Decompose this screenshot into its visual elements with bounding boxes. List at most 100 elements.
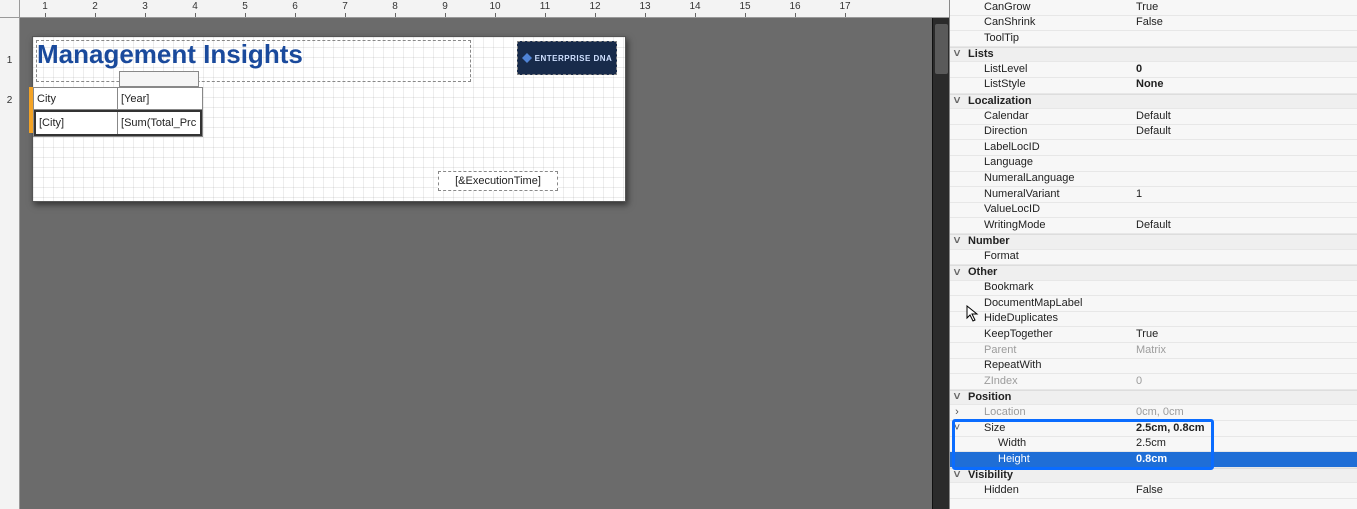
property-section-header[interactable]: Number (950, 234, 1357, 250)
property-name: Format (964, 249, 1132, 265)
ruler-tick: 1 (7, 40, 13, 80)
property-value[interactable]: Matrix (1132, 343, 1357, 359)
property-name: Bookmark (964, 280, 1132, 296)
expand-toggle-icon[interactable] (950, 467, 964, 484)
property-row[interactable]: WritingModeDefault (950, 218, 1357, 234)
property-section-header[interactable]: Position (950, 390, 1357, 406)
property-value[interactable]: True (1132, 0, 1357, 15)
property-name: Direction (964, 124, 1132, 140)
ruler-tick: 16 (770, 1, 820, 12)
property-value[interactable]: True (1132, 327, 1357, 343)
ruler-tick: 12 (570, 1, 620, 12)
property-row[interactable]: ParentMatrix (950, 343, 1357, 359)
property-name: Width (964, 436, 1132, 452)
property-value[interactable]: Default (1132, 124, 1357, 140)
ruler-tick: 17 (820, 1, 870, 12)
ruler-tick: 15 (720, 1, 770, 12)
property-row[interactable]: Bookmark (950, 281, 1357, 297)
expand-toggle-icon[interactable] (950, 265, 964, 282)
property-name: Height (964, 452, 1132, 468)
canvas-scrollbar-vertical[interactable] (932, 18, 949, 509)
property-name: Parent (964, 343, 1132, 359)
property-row[interactable]: HideDuplicates (950, 312, 1357, 328)
ruler-tick: 4 (170, 1, 220, 12)
scrollbar-thumb[interactable] (935, 24, 948, 74)
property-value[interactable]: 2.5cm, 0.8cm (1132, 421, 1357, 437)
property-row[interactable]: ›Location0cm, 0cm (950, 405, 1357, 421)
property-name: Location (964, 405, 1132, 421)
property-value[interactable]: 0.8cm (1132, 452, 1357, 468)
matrix-header-year[interactable]: [Year] (118, 88, 202, 110)
property-row[interactable]: CalendarDefault (950, 109, 1357, 125)
property-row[interactable]: Height0.8cm (950, 452, 1357, 468)
property-row[interactable]: ValueLocID (950, 203, 1357, 219)
page-title[interactable]: Management Insights (37, 39, 303, 70)
ruler-tick: 13 (620, 1, 670, 12)
property-row[interactable]: NumeralLanguage (950, 172, 1357, 188)
ruler-tick: 7 (320, 1, 370, 12)
expand-toggle-icon[interactable] (950, 233, 964, 250)
ruler-tick: 2 (70, 1, 120, 12)
property-row[interactable]: ToolTip (950, 31, 1357, 47)
property-name: Other (964, 265, 1132, 281)
execution-time-textbox[interactable]: [&ExecutionTime] (438, 171, 558, 191)
expand-toggle-icon[interactable]: › (950, 405, 964, 421)
matrix-tablix[interactable]: City [Year] [City] [Sum(Total_Prc (33, 87, 203, 137)
expand-toggle-icon[interactable] (950, 46, 964, 63)
property-row[interactable]: CanGrowTrue (950, 0, 1357, 16)
property-row[interactable]: ListStyleNone (950, 78, 1357, 94)
property-row[interactable]: KeepTogetherTrue (950, 327, 1357, 343)
properties-panel[interactable]: CanGrowTrueCanShrinkFalseToolTipListsLis… (949, 0, 1357, 509)
ruler-corner (0, 0, 20, 18)
property-row[interactable]: Language (950, 156, 1357, 172)
property-name: ToolTip (964, 31, 1132, 47)
matrix-cell-total[interactable]: [Sum(Total_Prc (118, 112, 200, 134)
property-row[interactable]: DirectionDefault (950, 125, 1357, 141)
property-value[interactable]: 0 (1132, 374, 1357, 390)
logo-text: ENTERPRISE DNA (535, 54, 613, 63)
property-row[interactable]: ˅Size2.5cm, 0.8cm (950, 421, 1357, 437)
ruler-horizontal: 1234567891011121314151617 (20, 0, 949, 18)
property-value[interactable]: None (1132, 77, 1357, 93)
property-row[interactable]: RepeatWith (950, 359, 1357, 375)
property-name: RepeatWith (964, 358, 1132, 374)
property-row[interactable]: LabelLocID (950, 140, 1357, 156)
property-row[interactable]: CanShrinkFalse (950, 16, 1357, 32)
property-name: ListStyle (964, 77, 1132, 93)
property-section-header[interactable]: Other (950, 265, 1357, 281)
property-value[interactable]: Default (1132, 109, 1357, 125)
property-row[interactable]: NumeralVariant1 (950, 187, 1357, 203)
property-name: LabelLocID (964, 140, 1132, 156)
property-value[interactable]: 2.5cm (1132, 436, 1357, 452)
property-row[interactable]: ListLevel0 (950, 62, 1357, 78)
property-row[interactable]: DocumentMapLabel (950, 296, 1357, 312)
property-name: Visibility (964, 468, 1132, 484)
ruler-tick: 1 (20, 1, 70, 12)
property-value[interactable]: False (1132, 15, 1357, 31)
property-section-header[interactable]: Localization (950, 94, 1357, 110)
property-row[interactable]: HiddenFalse (950, 483, 1357, 499)
expand-toggle-icon[interactable] (950, 389, 964, 406)
report-page[interactable]: Management Insights ENTERPRISE DNA City … (32, 36, 626, 202)
property-row[interactable]: ZIndex0 (950, 374, 1357, 390)
matrix-header-city[interactable]: City (34, 88, 118, 110)
property-value[interactable]: 0 (1132, 62, 1357, 78)
ruler-tick: 10 (470, 1, 520, 12)
logo-image[interactable]: ENTERPRISE DNA (517, 41, 617, 75)
property-value[interactable]: Default (1132, 218, 1357, 234)
property-row[interactable]: Format (950, 250, 1357, 266)
property-value[interactable]: 0cm, 0cm (1132, 405, 1357, 421)
property-value[interactable]: False (1132, 483, 1357, 499)
design-canvas[interactable]: 1234567891011121314151617 12 Management … (0, 0, 949, 509)
expand-toggle-icon[interactable] (950, 93, 964, 110)
property-row[interactable]: Width2.5cm (950, 437, 1357, 453)
property-value[interactable]: 1 (1132, 187, 1357, 203)
logo-icon (522, 53, 532, 63)
matrix-cell-city[interactable]: [City] (36, 112, 118, 134)
property-section-header[interactable]: Visibility (950, 468, 1357, 484)
property-name: NumeralLanguage (964, 171, 1132, 187)
property-name: HideDuplicates (964, 311, 1132, 327)
title-sub-textbox[interactable] (119, 71, 199, 87)
expand-toggle-icon[interactable]: ˅ (950, 421, 964, 437)
property-section-header[interactable]: Lists (950, 47, 1357, 63)
